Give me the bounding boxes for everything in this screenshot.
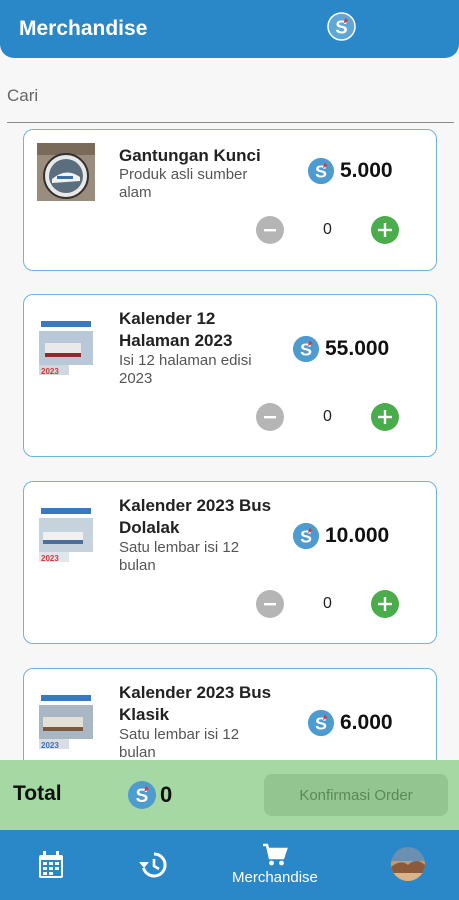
- product-price: S 5.000: [307, 157, 393, 185]
- increase-button[interactable]: [371, 590, 399, 618]
- product-name: Gantungan Kunci: [119, 146, 261, 165]
- plus-icon: [378, 410, 392, 424]
- s-coin-icon: S: [128, 781, 156, 809]
- quantity-value: 0: [323, 408, 332, 425]
- price-value: 10.000: [325, 524, 390, 547]
- product-name: Kalender 12 Halaman 2023: [119, 309, 233, 350]
- decrease-button[interactable]: [256, 216, 284, 244]
- nav-label-merchandise: Merchandise: [232, 869, 318, 886]
- svg-text:2023: 2023: [41, 741, 59, 750]
- history-icon: [139, 852, 167, 878]
- nav-item-calendar[interactable]: [38, 851, 64, 879]
- page-title: Merchandise: [19, 17, 148, 40]
- search-underline: [7, 122, 454, 123]
- increase-button[interactable]: [371, 403, 399, 431]
- product-name: Kalender 2023 Bus Dolalak: [119, 496, 272, 537]
- product-price: S 55.000: [292, 335, 389, 363]
- plus-icon: [378, 223, 392, 237]
- quantity-stepper: 0: [256, 403, 399, 431]
- minus-icon: [264, 229, 276, 232]
- avatar: [391, 847, 425, 881]
- search-bar: [0, 76, 459, 126]
- svg-text:2023: 2023: [41, 367, 59, 376]
- decrease-button[interactable]: [256, 403, 284, 431]
- increase-button[interactable]: [371, 216, 399, 244]
- decrease-button[interactable]: [256, 590, 284, 618]
- nav-item-history[interactable]: [138, 851, 168, 879]
- product-image-calendar: 2023: [37, 319, 95, 377]
- price-value: 5.000: [340, 159, 393, 182]
- quantity-value: 0: [323, 221, 332, 238]
- bottom-navigation: Merchandise: [0, 830, 459, 900]
- order-total-bar: Total S 0 Konfirmasi Order: [0, 760, 459, 830]
- product-description: Satu lembar isi 12 bulan: [119, 726, 240, 761]
- product-price: S 6.000: [307, 709, 393, 737]
- product-image-calendar: 2023: [37, 693, 95, 751]
- confirm-order-button[interactable]: Konfirmasi Order: [264, 774, 448, 816]
- total-value: 0: [160, 782, 173, 807]
- price-value: 55.000: [325, 337, 390, 360]
- minus-icon: [264, 603, 276, 606]
- s-coin-logo-icon: S: [327, 12, 356, 41]
- minus-icon: [264, 416, 276, 419]
- s-coin-icon: S: [307, 157, 335, 185]
- app-screen: Merchandise S Gantungan Kunci Produk asl…: [0, 0, 459, 900]
- product-name: Kalender 2023 Bus Klasik: [119, 683, 272, 724]
- quantity-stepper: 0: [256, 216, 399, 244]
- app-bar: Merchandise S: [0, 0, 459, 58]
- quantity-value: 0: [323, 595, 332, 612]
- plus-icon: [378, 597, 392, 611]
- product-card[interactable]: 2023 Kalender 12 Halaman 2023 Isi 12 hal…: [23, 294, 437, 457]
- s-coin-icon: S: [307, 709, 335, 737]
- calendar-icon: [39, 851, 63, 878]
- svg-text:2023: 2023: [41, 554, 59, 563]
- cart-icon: [262, 843, 288, 866]
- product-description: Isi 12 halaman edisi 2023: [119, 352, 252, 387]
- product-description: Satu lembar isi 12 bulan: [119, 539, 240, 574]
- s-coin-icon: S: [292, 522, 320, 550]
- search-input[interactable]: [7, 84, 447, 108]
- nav-item-merchandise[interactable]: Merchandise: [232, 843, 318, 886]
- quantity-stepper: 0: [256, 590, 399, 618]
- price-value: 6.000: [340, 711, 393, 734]
- s-coin-icon: S: [292, 335, 320, 363]
- product-card[interactable]: Gantungan Kunci Produk asli sumber alam …: [23, 129, 437, 271]
- product-card[interactable]: 2023 Kalender 2023 Bus Dolalak Satu lemb…: [23, 481, 437, 644]
- nav-item-profile[interactable]: [391, 847, 425, 881]
- product-image-calendar: 2023: [37, 506, 95, 564]
- product-price: S 10.000: [292, 522, 389, 550]
- total-label: Total: [13, 782, 62, 805]
- product-image-keychain: [37, 143, 95, 201]
- product-description: Produk asli sumber alam: [119, 166, 248, 201]
